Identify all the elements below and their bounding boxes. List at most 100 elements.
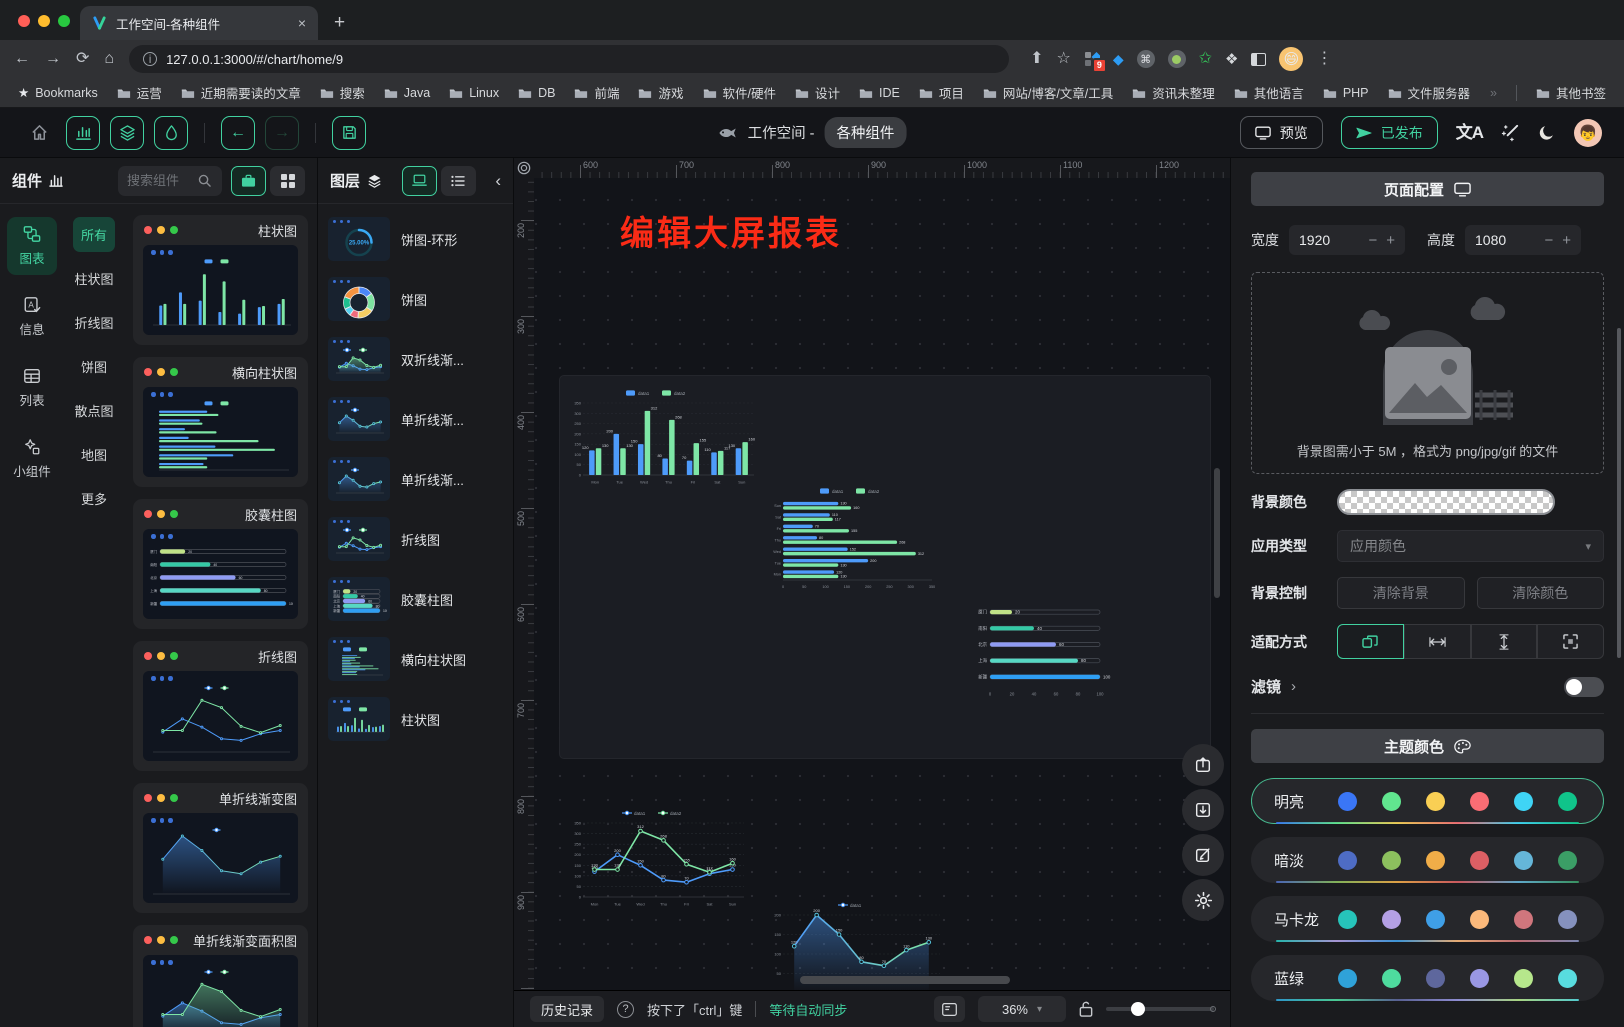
save-button[interactable] xyxy=(332,116,366,150)
lock-icon[interactable] xyxy=(1079,1001,1093,1017)
zoom-slider[interactable] xyxy=(1106,1007,1214,1011)
puzzle-extension-icon[interactable]: ❖ xyxy=(1225,52,1238,67)
translate-icon[interactable]: 文A xyxy=(1456,124,1483,141)
layer-item[interactable]: 25.00%饼图-环形 xyxy=(328,217,503,261)
app-home-icon[interactable] xyxy=(22,116,56,150)
charts-tool-button[interactable] xyxy=(66,116,100,150)
minimize-window-button[interactable] xyxy=(38,15,50,27)
extension-grid-icon[interactable]: 9 xyxy=(1084,51,1100,67)
clear-background-button[interactable]: 清除背景 xyxy=(1337,577,1465,609)
bookmark-item[interactable]: DB xyxy=(518,86,555,100)
layers-tool-button[interactable] xyxy=(110,116,144,150)
canvas-chart-bar-vertical[interactable]: 0501001502002503003501202001508070110130… xyxy=(566,388,758,486)
sidebar-item-3[interactable]: 列表 xyxy=(7,359,57,417)
zoom-slider-thumb[interactable] xyxy=(1131,1002,1145,1016)
bookmark-item[interactable]: 搜索 xyxy=(320,83,365,102)
canvas-workspace[interactable]: 编辑大屏报表 050100150200250300350120200150807… xyxy=(534,178,1230,990)
category-item[interactable]: 所有 xyxy=(73,217,115,252)
redo-button[interactable]: → xyxy=(265,116,299,150)
width-plus-icon[interactable]: + xyxy=(1386,232,1395,249)
window-controls[interactable] xyxy=(18,15,70,27)
site-info-icon[interactable]: i xyxy=(143,52,157,66)
forward-icon[interactable]: → xyxy=(45,51,61,67)
category-item[interactable]: 柱状图 xyxy=(66,261,121,296)
briefcase-view-button[interactable] xyxy=(231,166,266,196)
thumbnail-view-button[interactable] xyxy=(402,166,437,196)
bookmark-item[interactable]: 文件服务器 xyxy=(1388,83,1471,102)
component-search[interactable] xyxy=(118,166,222,196)
bookmarks-overflow-icon[interactable]: » xyxy=(1490,86,1497,100)
theme-row-蓝绿[interactable]: 蓝绿 xyxy=(1251,955,1604,1001)
edit-button[interactable] xyxy=(1182,834,1224,876)
publish-button[interactable]: 已发布 xyxy=(1341,116,1438,149)
maximize-window-button[interactable] xyxy=(58,15,70,27)
sidebar-item-1[interactable]: 图表 xyxy=(7,217,57,275)
bookmark-item[interactable]: Linux xyxy=(449,86,499,100)
sidebar-item-2[interactable]: A信息 xyxy=(7,288,57,346)
profile-avatar[interactable]: 😄 xyxy=(1279,47,1303,71)
bookmark-star-icon[interactable]: ☆ xyxy=(1056,51,1070,67)
gem-extension-icon[interactable]: ◆ xyxy=(1113,52,1124,66)
fit-stretch-button[interactable] xyxy=(1537,624,1604,659)
category-item[interactable]: 更多 xyxy=(73,481,115,516)
theme-row-明亮[interactable]: 明亮 xyxy=(1251,778,1604,824)
layer-item[interactable]: 厦门20南阳40北京60上海80新疆100胶囊柱图 xyxy=(328,577,503,621)
export-button[interactable] xyxy=(1182,744,1224,786)
other-bookmarks[interactable]: 其他书签 xyxy=(1536,83,1606,102)
list-view-button[interactable] xyxy=(441,166,476,196)
filter-toggle[interactable] xyxy=(1564,677,1604,697)
tab-close-icon[interactable]: × xyxy=(298,15,306,31)
clear-color-button[interactable]: 清除颜色 xyxy=(1477,577,1605,609)
bookmark-item[interactable]: 游戏 xyxy=(638,83,683,102)
component-card[interactable]: 横向柱状图 xyxy=(133,357,308,487)
bookmark-item[interactable]: 其他语言 xyxy=(1234,83,1304,102)
sidebar-toggle-icon[interactable] xyxy=(1251,53,1266,66)
bookmark-item[interactable]: Java xyxy=(384,86,430,100)
category-item[interactable]: 散点图 xyxy=(66,393,121,428)
component-card[interactable]: 胶囊柱图厦门20南阳40北京60上海80新疆100 xyxy=(133,499,308,629)
layer-item[interactable]: 柱状图 xyxy=(328,697,503,741)
fit-scale-button[interactable] xyxy=(1337,624,1404,659)
layer-item[interactable]: 单折线渐... xyxy=(328,397,503,441)
component-card[interactable]: 单折线渐变面积图 xyxy=(133,925,308,1027)
browser-tab[interactable]: 工作空间-各种组件 × xyxy=(80,6,318,40)
layer-item[interactable]: 折线图 xyxy=(328,517,503,561)
settings-gear-icon[interactable] xyxy=(1182,879,1224,921)
filter-expand-icon[interactable]: › xyxy=(1291,678,1296,695)
close-window-button[interactable] xyxy=(18,15,30,27)
category-item[interactable]: 饼图 xyxy=(73,349,115,384)
help-icon[interactable]: ? xyxy=(617,1001,634,1018)
component-card[interactable]: 柱状图 xyxy=(133,215,308,345)
bookmark-item[interactable]: 近期需要读的文章 xyxy=(181,83,301,102)
width-stepper[interactable]: 1920 −+ xyxy=(1289,225,1405,255)
canvas-text-title[interactable]: 编辑大屏报表 xyxy=(620,206,842,255)
share-icon[interactable]: ⬆ xyxy=(1030,51,1043,67)
height-stepper[interactable]: 1080 −+ xyxy=(1465,225,1581,255)
height-minus-icon[interactable]: − xyxy=(1544,232,1553,249)
dark-mode-moon-icon[interactable] xyxy=(1538,124,1556,142)
zoom-select[interactable]: 36%▾ xyxy=(978,996,1066,1022)
bookmark-item[interactable]: 项目 xyxy=(919,83,964,102)
horizontal-scrollbar[interactable] xyxy=(800,976,1010,984)
bg-color-swatch[interactable] xyxy=(1337,489,1555,515)
preview-button[interactable]: 预览 xyxy=(1240,116,1323,149)
layer-item[interactable]: 饼图 xyxy=(328,277,503,321)
magic-wand-icon[interactable] xyxy=(1501,123,1520,142)
theme-row-暗淡[interactable]: 暗淡 xyxy=(1251,837,1604,883)
browser-menu-icon[interactable]: ⋮ xyxy=(1316,51,1332,67)
bookmark-item[interactable]: 设计 xyxy=(795,83,840,102)
app-type-select[interactable]: 应用颜色▾ xyxy=(1337,530,1604,562)
layer-item[interactable]: 单折线渐... xyxy=(328,457,503,501)
cmd-extension-icon[interactable]: ⌘ xyxy=(1137,50,1155,68)
filter-tool-button[interactable] xyxy=(154,116,188,150)
background-upload-dropzone[interactable]: 背景图需小于 5M ，格式为 png/jpg/gif 的文件 xyxy=(1251,272,1604,474)
bookmark-item[interactable]: 软件/硬件 xyxy=(703,83,776,102)
back-icon[interactable]: ← xyxy=(14,51,30,67)
canvas-chart-capsule[interactable]: 厦门20南阳40北京60上海80新疆100020406080100 xyxy=(966,596,1116,698)
bookmark-item[interactable]: 运营 xyxy=(117,83,162,102)
star-extension-icon[interactable]: ✩ xyxy=(1199,51,1212,67)
home-icon[interactable]: ⌂ xyxy=(104,51,114,67)
collapse-panel-icon[interactable]: ‹ xyxy=(495,171,501,191)
layer-item[interactable]: 双折线渐... xyxy=(328,337,503,381)
sidebar-item-4[interactable]: 小组件 xyxy=(7,430,57,488)
